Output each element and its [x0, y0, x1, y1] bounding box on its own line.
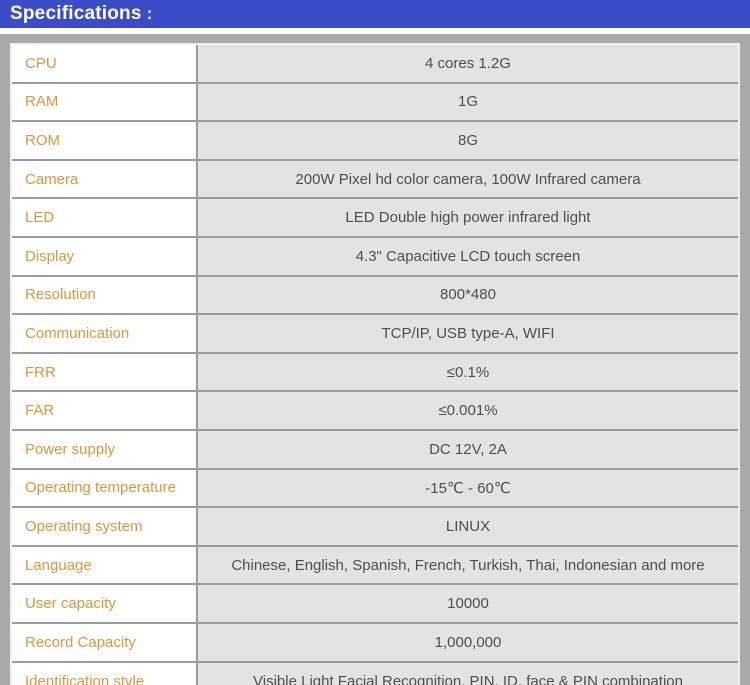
spec-panel: CPU 4 cores 1.2G RAM 1G ROM 8G Camera 20… [0, 34, 750, 685]
page-title-colon: : [146, 4, 153, 23]
spec-label: Operating system [12, 508, 198, 545]
spec-label: LED [12, 199, 198, 236]
spec-value: 1,000,000 [198, 623, 738, 661]
table-row: Language Chinese, English, Spanish, Fren… [12, 546, 738, 586]
spec-label: Camera [12, 160, 198, 198]
section-header: Specifications : [0, 0, 750, 28]
spec-value: -15℃ - 60℃ [198, 469, 738, 507]
spec-value: ≤0.001% [198, 392, 738, 429]
spec-label: User capacity [12, 585, 198, 622]
spec-value: Chinese, English, Spanish, French, Turki… [198, 546, 738, 584]
spec-value: Visible Light Facial Recognition, PIN, I… [198, 662, 738, 685]
table-row: CPU 4 cores 1.2G [12, 45, 738, 84]
spec-value: 800*480 [198, 276, 738, 314]
spec-label: FRR [12, 353, 198, 391]
table-row: Identification style Visible Light Facia… [12, 662, 738, 685]
table-row: Record Capacity 1,000,000 [12, 623, 738, 663]
spec-value: LED Double high power infrared light [198, 199, 738, 236]
spec-label: Display [12, 237, 198, 275]
spec-value: TCP/IP, USB type-A, WIFI [198, 315, 738, 352]
spec-value: 4 cores 1.2G [198, 45, 738, 82]
spec-value: LINUX [198, 508, 738, 545]
table-row: Communication TCP/IP, USB type-A, WIFI [12, 315, 738, 354]
spec-label: Language [12, 546, 198, 584]
spec-label: Identification style [12, 662, 198, 685]
table-row: RAM 1G [12, 83, 738, 123]
spec-label: Power supply [12, 430, 198, 468]
spec-label: Communication [12, 315, 198, 352]
page-title: Specifications [10, 3, 142, 24]
table-row: LED LED Double high power infrared light [12, 199, 738, 238]
table-row: Operating temperature -15℃ - 60℃ [12, 469, 738, 509]
spec-label: CPU [12, 45, 198, 82]
spec-value: DC 12V, 2A [198, 430, 738, 468]
spec-value: ≤0.1% [198, 353, 738, 391]
table-row: User capacity 10000 [12, 585, 738, 624]
spec-value: 200W Pixel hd color camera, 100W Infrare… [198, 160, 738, 198]
page: Specifications : CPU 4 cores 1.2G RAM 1G… [0, 0, 750, 685]
table-row: Camera 200W Pixel hd color camera, 100W … [12, 160, 738, 200]
spec-value: 1G [198, 83, 738, 121]
spec-label: Resolution [12, 276, 198, 314]
table-row: ROM 8G [12, 122, 738, 161]
spec-label: Record Capacity [12, 623, 198, 661]
table-row: Display 4.3" Capacitive LCD touch screen [12, 237, 738, 277]
spec-label: Operating temperature [12, 469, 198, 507]
table-row: FAR ≤0.001% [12, 392, 738, 431]
spec-value: 4.3" Capacitive LCD touch screen [198, 237, 738, 275]
table-row: Operating system LINUX [12, 508, 738, 547]
spec-value: 8G [198, 122, 738, 159]
spec-label: ROM [12, 122, 198, 159]
table-row: Power supply DC 12V, 2A [12, 430, 738, 470]
spec-label: RAM [12, 83, 198, 121]
table-row: FRR ≤0.1% [12, 353, 738, 393]
spec-table: CPU 4 cores 1.2G RAM 1G ROM 8G Camera 20… [10, 43, 740, 685]
spec-value: 10000 [198, 585, 738, 622]
spec-label: FAR [12, 392, 198, 429]
table-row: Resolution 800*480 [12, 276, 738, 316]
